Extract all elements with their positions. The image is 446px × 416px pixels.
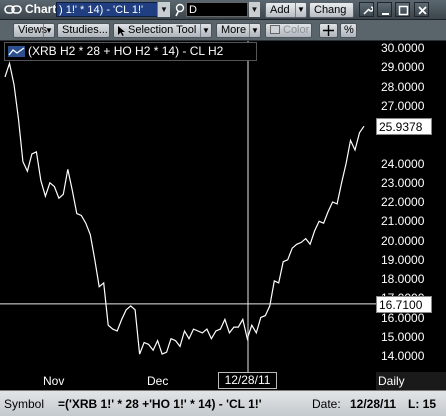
color-button[interactable]: Color (265, 23, 312, 38)
add-button[interactable]: Add ▼ (265, 2, 307, 18)
legend-text: (XRB H2 * 28 + HO H2 * 14) - CL H2 (28, 44, 224, 58)
series-legend[interactable]: (XRB H2 * 28 + HO H2 * 14) - CL H2 (4, 42, 257, 61)
status-bar: Symbol =('XRB 1!' * 28 +'HO 1!' * 14) - … (0, 390, 446, 416)
y-tick-label: 22.0000 (381, 195, 425, 209)
link-icon[interactable] (4, 3, 22, 16)
price-series-line[interactable] (4, 61, 365, 355)
y-tick-label: 27.0000 (381, 98, 425, 113)
y-tick-label: 18.0000 (381, 272, 425, 286)
status-date-value: 12/28/11 (350, 397, 397, 411)
y-tick-label: 28.0000 (381, 79, 425, 94)
percent-label: % (344, 24, 354, 36)
chevron-down-icon: ▼ (200, 24, 211, 37)
status-symbol-label: Symbol (4, 397, 45, 411)
chart-plot-area[interactable] (0, 41, 376, 372)
title-bar: Chart ) 1!' * 14) - 'CL 1!' ▼ D ▼ Add ▼ … (0, 0, 446, 20)
y-tick-label: 21.0000 (381, 214, 425, 229)
color-label: Color (283, 24, 310, 36)
settings-window-button[interactable] (359, 2, 374, 17)
status-date-label: Date: (312, 397, 341, 411)
price-axis[interactable]: 30.000029.000028.000027.000026.000024.00… (376, 41, 446, 372)
more-menu-button[interactable]: More ▼ (216, 23, 261, 38)
frequency-input[interactable]: D (186, 2, 248, 17)
cursor-arrow-icon (118, 26, 125, 36)
series-layer (4, 61, 365, 355)
price-chart[interactable] (0, 41, 376, 372)
close-button[interactable] (414, 2, 429, 17)
crosshair-button[interactable] (319, 23, 338, 38)
chevron-down-icon: ▼ (249, 24, 260, 37)
y-tick-label: 29.0000 (381, 60, 425, 75)
selection-tool-label: Selection Tool (128, 24, 197, 36)
y-tick-label: 15.0000 (381, 329, 425, 344)
window-title: Chart (25, 2, 57, 16)
minimize-icon (382, 13, 389, 15)
close-icon (418, 6, 427, 15)
search-icon[interactable] (174, 3, 186, 17)
y-tick-label: 14.0000 (381, 349, 425, 363)
studies-label: Studies... (62, 24, 108, 36)
color-swatch-icon (270, 25, 280, 34)
x-tick-label: Dec (147, 374, 169, 388)
change-button[interactable]: Chang (309, 2, 354, 18)
chart-toolbar: Views ▼ Studies... Selection Tool ▼ More… (0, 20, 446, 41)
maximize-icon (398, 5, 409, 16)
status-symbol-value: =('XRB 1!' * 28 +'HO 1!' * 14) - 'CL 1!' (58, 397, 262, 411)
percent-button[interactable]: % (340, 23, 357, 38)
more-label: More (221, 24, 247, 36)
studies-button[interactable]: Studies... (57, 23, 110, 38)
y-tick-label: 20.0000 (381, 233, 425, 248)
chevron-down-icon: ▼ (295, 3, 306, 17)
views-menu-button[interactable]: Views ▼ (13, 23, 55, 38)
line-series-icon (8, 46, 25, 57)
maximize-button[interactable] (395, 2, 410, 17)
frequency-dropdown-arrow[interactable]: ▼ (249, 2, 260, 17)
wrench-icon (363, 6, 373, 15)
selection-tool-button[interactable]: Selection Tool ▼ (113, 23, 212, 38)
x-tick-label: Nov (43, 374, 65, 388)
last-value-label: 25.9378 (376, 118, 432, 136)
frequency-label[interactable]: Daily (376, 372, 446, 390)
y-tick-label: 19.0000 (381, 252, 425, 267)
crosshair-icon (323, 25, 334, 36)
y-tick-label: 24.0000 (381, 156, 425, 171)
y-tick-label: 30.0000 (381, 41, 425, 55)
minimize-button[interactable] (377, 2, 392, 17)
crosshair-value-label: 16.7100 (376, 295, 432, 313)
change-button-label: Chang (314, 4, 347, 16)
y-tick-label: 23.0000 (381, 175, 425, 190)
add-button-label: Add (270, 4, 290, 16)
chevron-down-icon: ▼ (43, 24, 54, 37)
crosshair-date-label: 12/28/11 (218, 372, 277, 389)
symbol-input[interactable]: ) 1!' * 14) - 'CL 1!' (56, 2, 170, 17)
status-extra-value: L: 15 (408, 397, 437, 411)
symbol-dropdown-arrow[interactable]: ▼ (157, 2, 170, 17)
